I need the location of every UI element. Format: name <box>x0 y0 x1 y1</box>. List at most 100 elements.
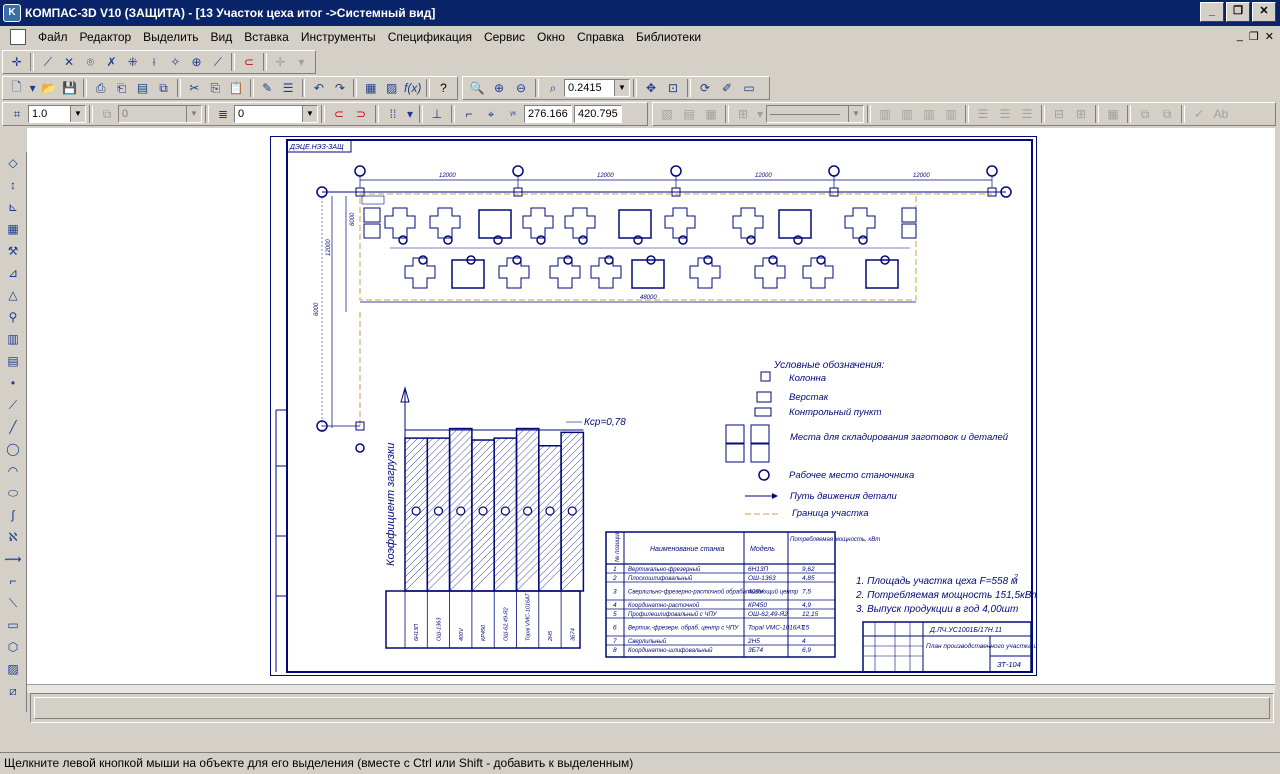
geometry-icon[interactable]: ◇ <box>2 152 24 174</box>
magnet-snap-icon[interactable]: ⊂ <box>239 53 258 71</box>
print-setup-icon[interactable]: ▤ <box>133 79 152 97</box>
manager-icon[interactable]: ▦ <box>361 79 380 97</box>
menu-window[interactable]: Окно <box>531 26 571 48</box>
print-preview-icon[interactable]: ⎗ <box>112 79 131 97</box>
grid-dropdown-icon[interactable]: ▾ <box>405 105 415 123</box>
cursor-icon[interactable]: ⌖ <box>481 105 501 123</box>
snap-center-icon[interactable]: ⊕ <box>187 53 206 71</box>
dimensions-icon[interactable]: ↕ <box>2 174 24 196</box>
snap-angle-icon[interactable]: ✗ <box>102 53 121 71</box>
menu-tools[interactable]: Инструменты <box>295 26 382 48</box>
copy-icon[interactable]: ⎘ <box>206 79 225 97</box>
zoom-out-icon[interactable]: ⊖ <box>511 79 531 97</box>
coord-y-field[interactable]: 420.795 <box>574 105 622 123</box>
local-cs-icon[interactable]: ⌗ <box>7 105 27 123</box>
redraw-icon[interactable]: ✐ <box>717 79 737 97</box>
auxiliary-line-icon[interactable]: ╱ <box>2 416 24 438</box>
vertical-scrollbar[interactable] <box>1275 128 1280 692</box>
rectangle-icon[interactable]: ▭ <box>2 614 24 636</box>
layer-combo[interactable]: 0 ▼ <box>234 105 318 123</box>
nurbs-icon[interactable]: ℵ <box>2 526 24 548</box>
snap-point-icon[interactable]: ✛ <box>7 53 26 71</box>
spec-icon[interactable]: ▥ <box>2 328 24 350</box>
horizontal-scrollbar[interactable] <box>27 684 1275 693</box>
undo-icon[interactable]: ↶ <box>309 79 328 97</box>
minimize-button[interactable]: _ <box>1200 2 1224 22</box>
zoom-in-icon[interactable]: ⊕ <box>489 79 509 97</box>
mdi-restore-button[interactable]: ❐ <box>1249 30 1259 43</box>
chevron-down-icon[interactable]: ▼ <box>70 106 85 122</box>
fillet-icon[interactable]: ⌐ <box>2 570 24 592</box>
snap-nearest-icon[interactable]: ⌾ <box>81 53 100 71</box>
segment-icon[interactable]: ⟋ <box>2 394 24 416</box>
edit-icon[interactable]: ▦ <box>2 218 24 240</box>
select-icon[interactable]: △ <box>2 284 24 306</box>
menu-libraries[interactable]: Библиотеки <box>630 26 707 48</box>
drawing-sheet[interactable]: ДЭЦЕ.НЭЗ-ЗАЩ 12000 12000 12000 12000 48000 60… <box>270 136 1048 676</box>
snap-tangent-icon[interactable]: ⟊ <box>144 53 163 71</box>
refresh-icon[interactable]: ⟳ <box>695 79 715 97</box>
menu-editor[interactable]: Редактор <box>74 26 138 48</box>
menu-select[interactable]: Выделить <box>137 26 204 48</box>
open-folder-icon[interactable]: 📂 <box>39 79 58 97</box>
measure-icon[interactable]: ⊿ <box>2 262 24 284</box>
layers-icon[interactable]: ≣ <box>213 105 233 123</box>
menu-service[interactable]: Сервис <box>478 26 531 48</box>
arc-icon[interactable]: ◠ <box>2 460 24 482</box>
function-icon[interactable]: f(x) <box>403 79 422 97</box>
show-all-icon[interactable]: ⊡ <box>663 79 683 97</box>
circle-icon[interactable]: ◯ <box>2 438 24 460</box>
snap-point-on-curve-icon[interactable]: ⟋ <box>208 53 227 71</box>
new-file-icon[interactable]: 🗋 <box>7 79 26 97</box>
display-mode-icon[interactable]: ▭ <box>739 79 759 97</box>
zoom-combo[interactable]: 0.2415 ▼ <box>564 79 630 97</box>
save-icon[interactable]: 💾 <box>60 79 79 97</box>
snap-local-icon[interactable]: ⊃ <box>351 105 371 123</box>
menu-view[interactable]: Вид <box>205 26 239 48</box>
line-scale-combo[interactable]: 1.0 ▼ <box>28 105 86 123</box>
toolbar-grip[interactable] <box>4 128 24 148</box>
menu-help[interactable]: Справка <box>571 26 630 48</box>
document-icon[interactable] <box>10 29 26 45</box>
cut-icon[interactable]: ✂ <box>185 79 204 97</box>
pan-icon[interactable]: ✥ <box>641 79 661 97</box>
properties-icon[interactable]: ☰ <box>279 79 298 97</box>
kompas-app-icon[interactable]: K <box>3 4 21 22</box>
chevron-down-icon[interactable]: ▼ <box>302 106 317 122</box>
maximize-button[interactable]: ❐ <box>1226 2 1250 22</box>
parametrization-icon[interactable]: ⚒ <box>2 240 24 262</box>
chamfer-icon[interactable]: ⟍ <box>2 592 24 614</box>
ellipse-icon[interactable]: ⬭ <box>2 482 24 504</box>
new-dropdown-icon[interactable]: ▾ <box>28 79 37 97</box>
variables-icon[interactable]: ▨ <box>382 79 401 97</box>
coord-icon[interactable]: ʸˣ <box>503 105 523 123</box>
redo-icon[interactable]: ↷ <box>330 79 349 97</box>
reports-icon[interactable]: ▤ <box>2 350 24 372</box>
snap-middle-icon[interactable]: ✧ <box>166 53 185 71</box>
polyline-icon[interactable]: ⟿ <box>2 548 24 570</box>
contour-icon[interactable]: ⧄ <box>2 680 24 702</box>
zoom-scale-icon[interactable]: ⌕ <box>543 79 563 97</box>
associative-views-icon[interactable]: ⚲ <box>2 306 24 328</box>
hatch-fill-icon[interactable]: ▨ <box>2 658 24 680</box>
mdi-minimize-button[interactable]: _ <box>1237 30 1243 43</box>
coord-x-field[interactable]: 276.166 <box>524 105 572 123</box>
designations-icon[interactable]: ⊾ <box>2 196 24 218</box>
magnet-icon[interactable]: ⊂ <box>329 105 349 123</box>
grid-icon[interactable]: ⁞⁞ <box>383 105 403 123</box>
polygon-icon[interactable]: ⬡ <box>2 636 24 658</box>
close-button[interactable]: ✕ <box>1252 2 1276 22</box>
menu-file[interactable]: Файл <box>32 26 74 48</box>
snap-grid-icon[interactable]: ⁜ <box>123 53 142 71</box>
chevron-down-icon[interactable]: ▼ <box>614 80 629 96</box>
zoom-window-icon[interactable]: 🔍 <box>467 79 487 97</box>
menu-specification[interactable]: Спецификация <box>382 26 478 48</box>
paste-icon[interactable]: 📋 <box>227 79 246 97</box>
mdi-close-button[interactable]: ✕ <box>1265 30 1274 43</box>
round-icon[interactable]: ⌐ <box>459 105 479 123</box>
copy-props-icon[interactable]: ⧉ <box>154 79 173 97</box>
snap-line-icon[interactable]: ⟋ <box>38 53 57 71</box>
ortho-icon[interactable]: ⊥ <box>427 105 447 123</box>
help-pointer-icon[interactable]: ? <box>434 79 453 97</box>
print-icon[interactable]: ⎙ <box>91 79 110 97</box>
